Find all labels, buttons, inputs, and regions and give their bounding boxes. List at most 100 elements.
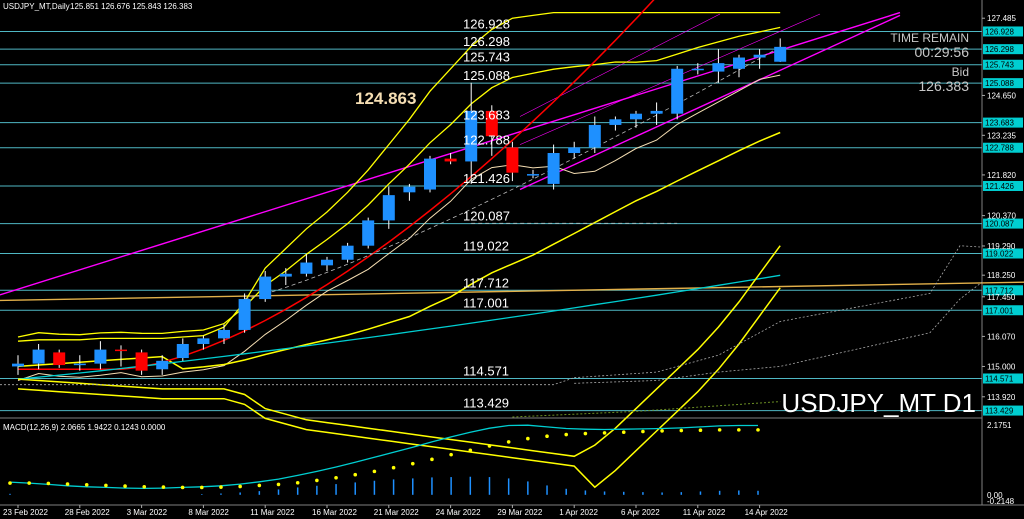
- macd-signal-dot: [583, 431, 588, 436]
- candle-body[interactable]: [568, 147, 581, 154]
- candle-body[interactable]: [32, 349, 45, 364]
- candle-body[interactable]: [259, 276, 272, 300]
- macd-signal-dot: [199, 485, 204, 490]
- candle-body[interactable]: [279, 273, 292, 277]
- candle-body[interactable]: [341, 245, 354, 260]
- candle[interactable]: [341, 242, 354, 263]
- ohlc-label: 125.851 126.676 125.843 126.383: [70, 2, 193, 11]
- candle-body[interactable]: [547, 153, 560, 184]
- macd-signal-dot: [737, 428, 741, 432]
- macd-signal-dot: [660, 429, 664, 433]
- time-tick-label: 28 Feb 2022: [65, 508, 110, 517]
- level-price-box-label: 126.298: [985, 45, 1014, 54]
- candle-body[interactable]: [506, 147, 519, 173]
- macd-top-label: 2.1751: [987, 421, 1012, 430]
- candle-body[interactable]: [362, 220, 375, 246]
- candle[interactable]: [671, 65, 684, 120]
- macd-signal-dot: [621, 430, 626, 435]
- macd-signal-dot: [46, 481, 51, 486]
- candle-body[interactable]: [176, 343, 189, 359]
- macd-signal-dot: [84, 482, 89, 487]
- macd-signal-dot: [698, 428, 703, 433]
- macd-signal-dot: [334, 475, 338, 480]
- level-label: 113.429: [463, 396, 509, 411]
- macd-signal-dot: [526, 436, 530, 441]
- candle-body[interactable]: [238, 299, 251, 330]
- level-label: 119.022: [463, 238, 509, 253]
- highlight-price-label: 124.863: [355, 89, 416, 108]
- macd-signal-dot: [65, 482, 70, 486]
- candle-body[interactable]: [94, 349, 107, 364]
- level-price-box-label: 126.928: [985, 27, 1014, 36]
- level-label: 120.087: [463, 209, 510, 224]
- candle-body[interactable]: [753, 54, 766, 58]
- candle-body[interactable]: [382, 195, 395, 221]
- candle-body[interactable]: [73, 363, 86, 366]
- candle-body[interactable]: [609, 119, 622, 125]
- time-tick-label: 21 Mar 2022: [374, 508, 419, 517]
- macd-signal-dot: [295, 480, 300, 485]
- candle-body[interactable]: [156, 360, 169, 370]
- time-tick-label: 24 Mar 2022: [436, 508, 481, 517]
- candle[interactable]: [424, 155, 436, 193]
- level-label: 117.712: [463, 275, 509, 290]
- level-label: 123.683: [463, 108, 510, 123]
- macd-signal-dot: [391, 465, 396, 470]
- candle-body[interactable]: [135, 352, 148, 371]
- level-label: 122.788: [463, 133, 510, 148]
- candle-body[interactable]: [691, 68, 704, 71]
- candle-body[interactable]: [588, 124, 601, 148]
- macd-signal-dot: [372, 469, 377, 474]
- macd-signal-dot: [142, 484, 147, 489]
- time-tick-label: 3 Mar 2022: [127, 508, 168, 517]
- candle-body[interactable]: [321, 259, 333, 266]
- macd-signal-dot: [161, 485, 166, 489]
- level-price-box-label: 114.571: [985, 374, 1014, 383]
- price-tick-label: 124.650: [987, 91, 1016, 100]
- level-price-box-label: 117.001: [985, 306, 1014, 315]
- level-price-box-label: 113.429: [985, 407, 1014, 416]
- price-tick-label: 120.370: [987, 212, 1016, 221]
- level-label: 117.001: [463, 295, 509, 310]
- price-tick-label: 119.290: [987, 242, 1016, 251]
- candle-body[interactable]: [733, 57, 745, 69]
- candle-body[interactable]: [650, 110, 663, 114]
- time-remain-value: 00:29:56: [915, 44, 970, 60]
- candle-body[interactable]: [218, 329, 230, 339]
- candle-body[interactable]: [444, 158, 457, 162]
- time-remain-label: TIME REMAIN: [890, 31, 969, 45]
- candle-body[interactable]: [712, 63, 725, 72]
- candle[interactable]: [362, 217, 375, 249]
- candle-body[interactable]: [12, 363, 24, 367]
- macd-signal-dot: [27, 481, 31, 485]
- macd-signal-dot: [717, 428, 722, 432]
- level-price-box-label: 120.087: [985, 220, 1014, 229]
- time-tick-label: 16 Mar 2022: [312, 508, 357, 517]
- candle-body[interactable]: [774, 46, 787, 62]
- candle-body[interactable]: [53, 352, 66, 366]
- price-tick-label: 116.070: [987, 332, 1016, 341]
- bid-value: 126.383: [918, 78, 969, 94]
- level-label: 126.928: [463, 16, 510, 31]
- level-label: 125.743: [463, 50, 510, 65]
- price-tick-label: 115.000: [987, 362, 1016, 371]
- macd-signal-dot: [238, 484, 242, 489]
- macd-signal-dot: [564, 432, 569, 437]
- candle-body[interactable]: [424, 158, 436, 190]
- candle-body[interactable]: [403, 186, 416, 193]
- time-tick-label: 11 Apr 2022: [683, 508, 726, 517]
- candle-body[interactable]: [671, 68, 684, 114]
- candle[interactable]: [238, 293, 251, 333]
- level-price-box-label: 125.743: [985, 61, 1014, 70]
- macd-signal-dot: [449, 452, 453, 457]
- macd-signal-dot: [487, 444, 492, 448]
- candle-body[interactable]: [630, 113, 642, 120]
- candle-body[interactable]: [300, 262, 313, 274]
- candle-body[interactable]: [115, 349, 127, 352]
- candle-body[interactable]: [527, 174, 539, 176]
- macd-signal-dot: [257, 483, 262, 488]
- trading-chart[interactable]: 126.928126.928126.298126.298125.743125.7…: [0, 0, 1024, 519]
- price-tick-label: 121.820: [987, 171, 1016, 180]
- candle-body[interactable]: [197, 338, 210, 344]
- level-label: 121.426: [463, 171, 510, 186]
